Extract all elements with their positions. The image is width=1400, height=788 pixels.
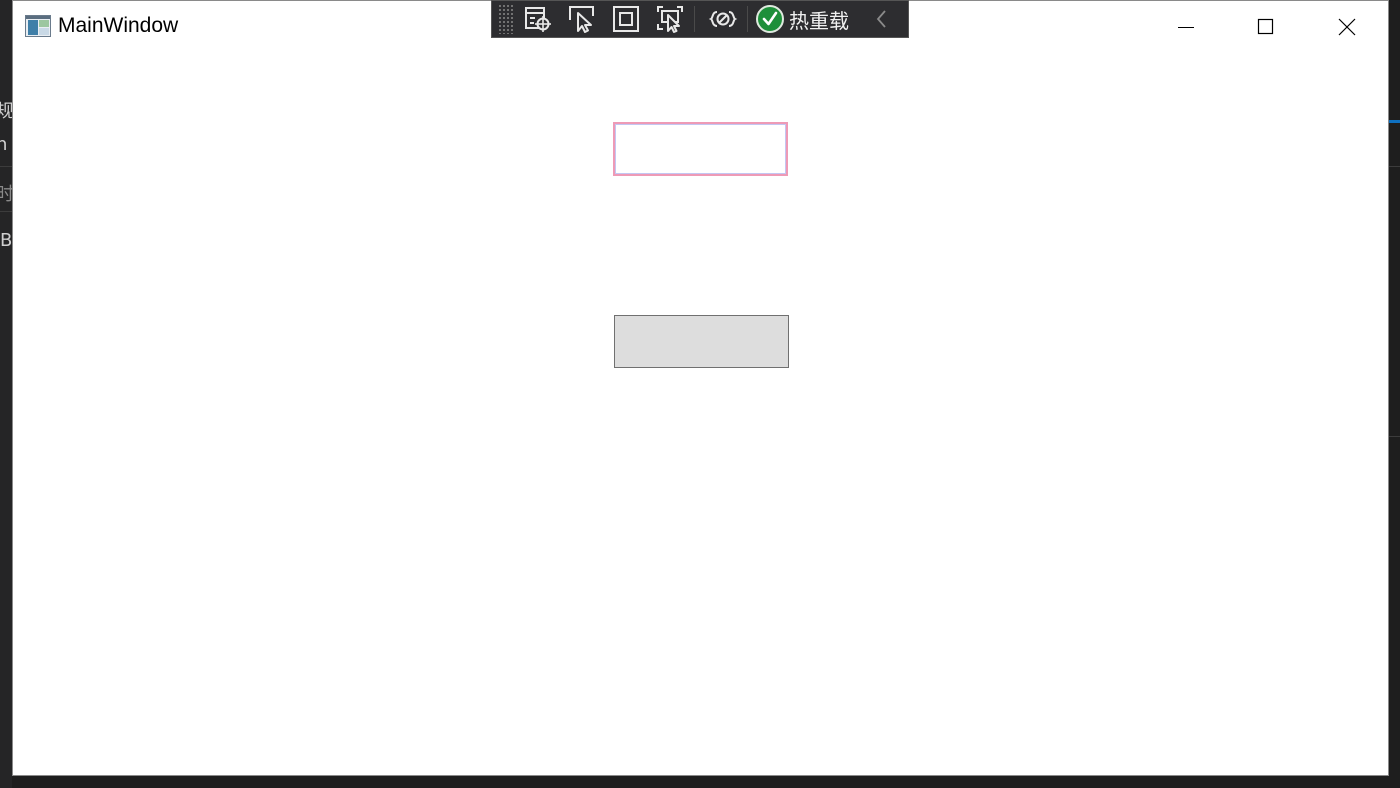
ide-divider [0, 211, 12, 212]
collapse-toolbar-button[interactable] [875, 9, 889, 29]
ide-divider [0, 166, 12, 167]
select-element-button[interactable] [562, 2, 602, 36]
hot-reload-status-button[interactable]: 热重载 [752, 2, 855, 36]
close-icon [1338, 18, 1356, 36]
select-element-icon [569, 6, 594, 33]
ide-text-fragment: B [0, 230, 13, 251]
display-layout-adorners-button[interactable] [606, 2, 646, 36]
track-focused-element-button[interactable] [650, 2, 690, 36]
ide-accent-bar [1389, 120, 1400, 123]
main-window: MainWindow [12, 0, 1389, 776]
minimize-button[interactable] [1146, 1, 1226, 53]
toolbar-grip-handle[interactable] [498, 4, 514, 34]
track-focus-icon [657, 6, 683, 33]
hot-reload-label: 热重载 [789, 8, 849, 33]
chevron-left-icon [876, 10, 886, 28]
action-button[interactable] [614, 315, 789, 368]
display-adorners-icon [613, 6, 639, 32]
visual-tree-icon [525, 7, 551, 32]
minimize-icon [1178, 27, 1194, 28]
window-title: MainWindow [58, 14, 179, 37]
ide-text-fragment: n [0, 134, 8, 155]
maximize-button[interactable] [1226, 1, 1306, 53]
close-button[interactable] [1307, 1, 1387, 53]
xaml-debug-toolbar: 热重载 [491, 0, 909, 38]
maximize-icon [1257, 18, 1274, 35]
toolbar-separator [747, 6, 748, 32]
binding-failures-icon [708, 11, 738, 27]
ide-divider [1389, 436, 1400, 437]
toolbar-separator [694, 6, 695, 32]
go-to-live-visual-tree-button[interactable] [518, 2, 558, 36]
app-window-icon [25, 15, 51, 37]
text-input[interactable] [613, 122, 788, 176]
check-circle-icon [756, 5, 784, 33]
ide-divider [1389, 166, 1400, 167]
binding-failures-button[interactable] [703, 2, 743, 36]
